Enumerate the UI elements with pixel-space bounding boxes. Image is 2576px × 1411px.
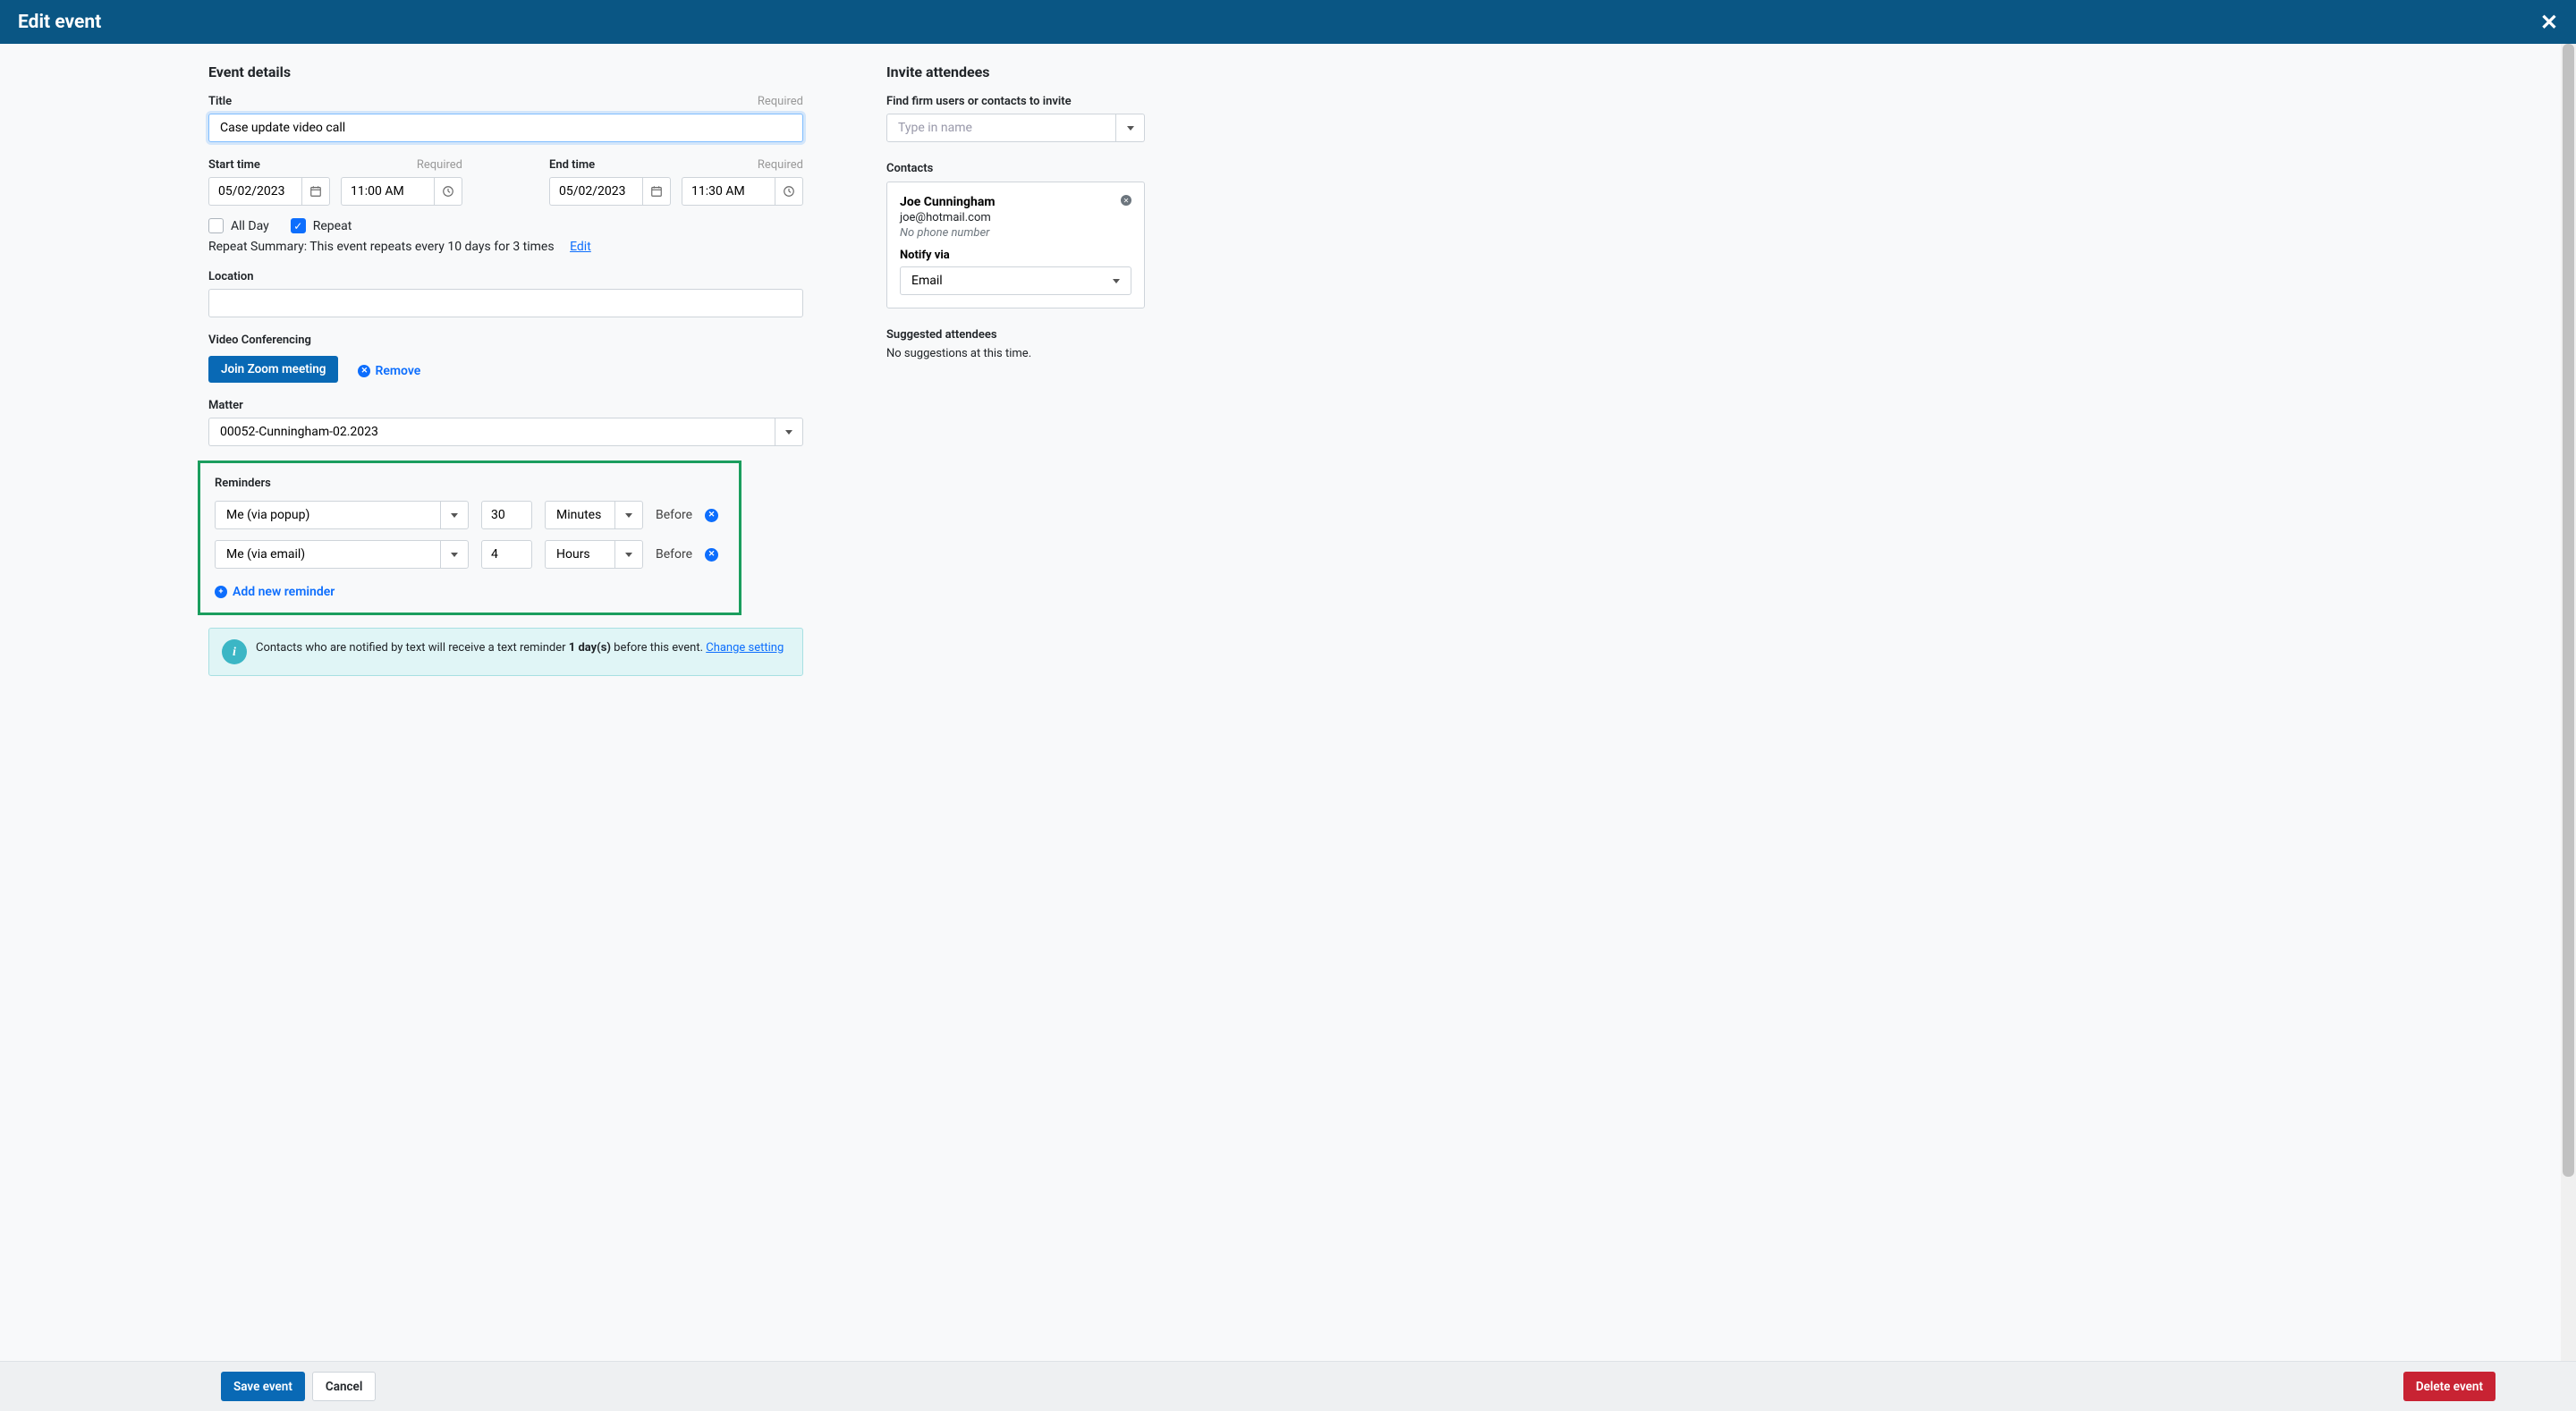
- add-reminder-label: Add new reminder: [233, 585, 335, 599]
- contact-name: Joe Cunningham: [900, 195, 995, 209]
- join-zoom-button[interactable]: Join Zoom meeting: [208, 356, 338, 383]
- reminder-amount-input[interactable]: [481, 501, 532, 529]
- end-time-picker-button[interactable]: [775, 177, 803, 206]
- attendee-dropdown-button[interactable]: [1116, 114, 1145, 142]
- clock-icon: [442, 185, 454, 198]
- reminder-who-select[interactable]: Me (via popup): [215, 501, 469, 529]
- all-day-checkbox[interactable]: All Day: [208, 218, 269, 233]
- event-details-heading: Event details: [208, 63, 803, 80]
- chevron-down-icon: [1113, 279, 1120, 283]
- delete-reminder-button[interactable]: ✕: [705, 548, 718, 562]
- remove-contact-button[interactable]: ✕: [1121, 195, 1131, 206]
- modal-title: Edit event: [18, 12, 101, 33]
- repeat-checkbox[interactable]: ✓ Repeat: [291, 218, 352, 233]
- end-date-input[interactable]: [549, 177, 642, 206]
- checkbox-icon: [208, 218, 224, 233]
- reminder-unit-select[interactable]: Hours: [545, 540, 643, 569]
- change-setting-link[interactable]: Change setting: [706, 641, 784, 655]
- remove-video-link[interactable]: ✕ Remove: [358, 364, 420, 378]
- chevron-down-icon: [614, 501, 643, 529]
- plus-circle-icon: +: [215, 586, 227, 598]
- add-reminder-button[interactable]: + Add new reminder: [215, 585, 335, 599]
- before-text: Before: [656, 508, 692, 522]
- reminder-amount-input[interactable]: [481, 540, 532, 569]
- before-text: Before: [656, 547, 692, 562]
- reminder-unit-select[interactable]: Minutes: [545, 501, 643, 529]
- chevron-down-icon: [440, 540, 469, 569]
- checkbox-checked-icon: ✓: [291, 218, 306, 233]
- scrollbar-thumb[interactable]: [2563, 44, 2574, 1177]
- reminders-section: Reminders Me (via popup) Minutes Before …: [198, 460, 741, 615]
- title-required: Required: [758, 95, 803, 108]
- end-date-picker-button[interactable]: [642, 177, 671, 206]
- end-time-label: End time: [549, 158, 595, 172]
- suggested-attendees-label: Suggested attendees: [886, 328, 1145, 342]
- start-time-label: Start time: [208, 158, 260, 172]
- start-required: Required: [417, 158, 462, 172]
- close-icon[interactable]: ✕: [2540, 10, 2558, 35]
- info-text-before: Contacts who are notified by text will r…: [256, 641, 569, 655]
- start-date-input[interactable]: [208, 177, 301, 206]
- location-label: Location: [208, 270, 803, 283]
- reminders-heading: Reminders: [215, 477, 724, 490]
- contact-card: Joe Cunningham ✕ joe@hotmail.com No phon…: [886, 182, 1145, 308]
- suggested-attendees-text: No suggestions at this time.: [886, 347, 1145, 360]
- end-required: Required: [758, 158, 803, 172]
- modal-body: Event details Title Required Start time …: [0, 44, 2576, 1361]
- contact-phone: No phone number: [900, 226, 1131, 240]
- start-date-picker-button[interactable]: [301, 177, 330, 206]
- notify-via-label: Notify via: [900, 249, 1131, 262]
- start-time-picker-button[interactable]: [434, 177, 462, 206]
- title-input[interactable]: [208, 114, 803, 142]
- info-box: i Contacts who are notified by text will…: [208, 628, 803, 676]
- chevron-down-icon: [614, 540, 643, 569]
- find-attendee-input[interactable]: [886, 114, 1116, 142]
- remove-circle-icon: ✕: [358, 365, 370, 377]
- cancel-button[interactable]: Cancel: [312, 1372, 376, 1401]
- left-column: Event details Title Required Start time …: [80, 63, 803, 1361]
- delete-reminder-button[interactable]: ✕: [705, 509, 718, 522]
- save-button[interactable]: Save event: [221, 1372, 305, 1401]
- end-time-input[interactable]: [682, 177, 775, 206]
- matter-value: 00052-Cunningham-02.2023: [208, 418, 775, 446]
- reminder-row: Me (via popup) Minutes Before ✕: [215, 501, 724, 529]
- contacts-label: Contacts: [886, 162, 1145, 175]
- matter-select[interactable]: 00052-Cunningham-02.2023: [208, 418, 803, 446]
- contact-email: joe@hotmail.com: [900, 211, 1131, 224]
- all-day-label: All Day: [231, 219, 269, 233]
- notify-via-select[interactable]: Email: [900, 266, 1131, 295]
- calendar-icon: [650, 185, 663, 198]
- right-column: Invite attendees Find firm users or cont…: [852, 63, 1145, 1361]
- info-text-after: before this event.: [611, 641, 706, 655]
- start-time-input[interactable]: [341, 177, 434, 206]
- edit-repeat-link[interactable]: Edit: [570, 240, 591, 254]
- delete-button[interactable]: Delete event: [2403, 1372, 2496, 1401]
- notify-value: Email: [911, 274, 943, 288]
- chevron-down-icon: [1127, 126, 1134, 131]
- find-users-label: Find firm users or contacts to invite: [886, 95, 1145, 108]
- info-icon: i: [222, 639, 247, 664]
- repeat-summary-text: Repeat Summary: This event repeats every…: [208, 240, 555, 254]
- info-bold: 1 day(s): [569, 641, 611, 655]
- repeat-label: Repeat: [313, 219, 352, 233]
- location-input[interactable]: [208, 289, 803, 317]
- chevron-down-icon: [440, 501, 469, 529]
- reminder-who-select[interactable]: Me (via email): [215, 540, 469, 569]
- calendar-icon: [309, 185, 322, 198]
- invite-attendees-heading: Invite attendees: [886, 63, 1145, 80]
- chevron-down-icon: [775, 418, 803, 446]
- remove-label: Remove: [375, 364, 420, 378]
- matter-label: Matter: [208, 399, 803, 412]
- scrollbar[interactable]: [2561, 44, 2576, 1361]
- modal-footer: Save event Cancel Delete event: [0, 1361, 2576, 1411]
- title-label: Title: [208, 95, 232, 108]
- clock-icon: [783, 185, 795, 198]
- video-conferencing-label: Video Conferencing: [208, 334, 803, 347]
- reminder-row: Me (via email) Hours Before ✕: [215, 540, 724, 569]
- modal-header: Edit event ✕: [0, 0, 2576, 44]
